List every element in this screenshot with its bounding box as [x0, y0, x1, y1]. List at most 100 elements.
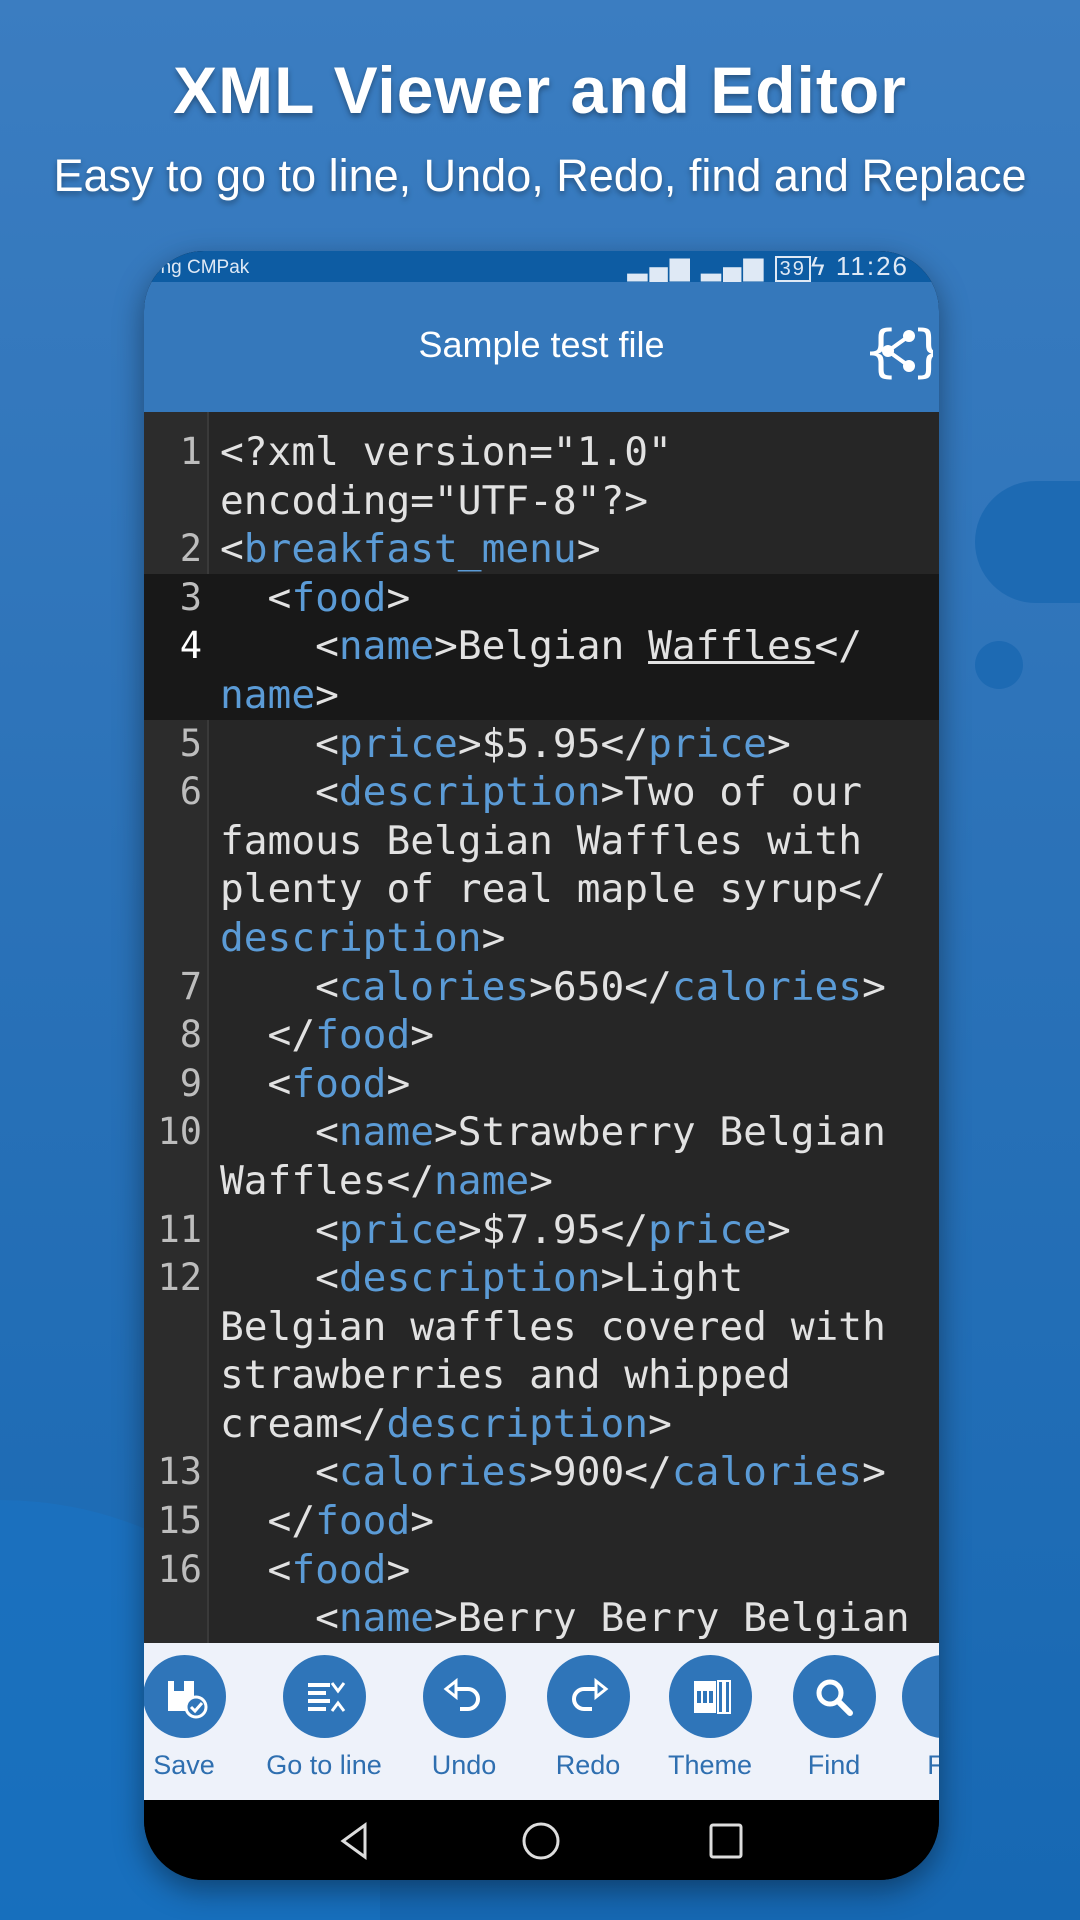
status-bar: ong CMPak ▂▄▆ ▂▄▆ 39 ϟ 11:26 [144, 251, 939, 282]
code-text: <calories>900</calories> [220, 1448, 886, 1497]
toolbar-button-theme[interactable]: Theme [640, 1655, 780, 1781]
code-line[interactable]: 5 <price>$5.95</price> [144, 720, 939, 769]
file-title: Sample test file [418, 324, 665, 365]
line-number: 7 [179, 964, 202, 1008]
code-token: < [220, 1449, 339, 1496]
line-number: 15 [157, 1499, 202, 1543]
code-line[interactable]: 9 <food> [144, 1060, 939, 1109]
toolbar-button-undo[interactable]: Undo [394, 1655, 534, 1781]
code-line[interactable]: 11 <price>$7.95</price> [144, 1206, 939, 1255]
xml-tag-name: food [291, 574, 387, 621]
code-line[interactable]: cream</description> [144, 1400, 939, 1449]
code-line[interactable]: 13 <calories>900</calories> [144, 1448, 939, 1497]
line-number: 1 [179, 430, 202, 473]
line-number: 4 [179, 624, 202, 668]
recents-icon[interactable] [708, 1822, 744, 1860]
home-icon[interactable] [521, 1822, 561, 1862]
code-line[interactable]: Waffles</name> [144, 1157, 939, 1206]
code-line[interactable]: 2 <breakfast_menu> [144, 525, 939, 574]
code-text: <?xml version="1.0" [220, 428, 672, 477]
code-line[interactable]: name> [144, 670, 939, 720]
code-token: <?xml version="1.0" [220, 429, 672, 475]
undo-icon [443, 1677, 480, 1711]
code-token: >650</ [529, 963, 672, 1010]
toolbar-label: Fo [927, 1750, 939, 1780]
code-token: >Belgian [434, 623, 649, 670]
code-token: > [386, 1060, 411, 1107]
xml-tag-name: food [291, 1060, 387, 1107]
decorative-circle [975, 481, 1080, 603]
toolbar-button-redo[interactable]: Redo [518, 1655, 658, 1781]
code-line[interactable]: 10 <name>Strawberry Belgian [144, 1108, 939, 1157]
code-editor[interactable]: 1 <?xml version="1.0" encoding="UTF-8"?> 2 <… [144, 412, 939, 1643]
xml-tag-name: price [648, 720, 767, 767]
code-text: name> [220, 671, 339, 720]
code-token: Waffles [648, 623, 815, 670]
code-line[interactable]: Belgian waffles covered with [144, 1303, 939, 1352]
code-text: description> [220, 914, 505, 963]
toolbar-label: Undo [431, 1750, 497, 1780]
toolbar-button-save[interactable]: Save [144, 1655, 254, 1781]
code-line[interactable]: 1 <?xml version="1.0" [144, 428, 939, 477]
code-line[interactable]: 6 <description>Two of our [144, 768, 939, 817]
clock: 11:26 [835, 251, 909, 281]
code-token: > [862, 1449, 886, 1496]
xml-tag-name: description [338, 769, 601, 816]
xml-tag-name: calories [338, 1449, 530, 1496]
code-line[interactable]: encoding="UTF-8"?> [144, 477, 939, 526]
code-line[interactable]: 7 <calories>650</calories> [144, 963, 939, 1012]
navigation-bar [144, 1800, 939, 1880]
code-token: >$5.95</ [457, 720, 649, 767]
xml-tag-name: price [648, 1206, 767, 1253]
search-icon [816, 1679, 853, 1716]
save-icon [168, 1680, 208, 1718]
xml-tag-name: name [220, 671, 316, 718]
code-text: encoding="UTF-8"?> [220, 477, 648, 526]
xml-tag-name: food [315, 1498, 411, 1545]
code-token: >Strawberry Belgian [434, 1109, 886, 1156]
code-line[interactable]: <name>Berry Berry Belgian [144, 1594, 939, 1643]
code-text: <food> [220, 1060, 411, 1109]
line-number: 12 [157, 1256, 202, 1300]
code-token: > [529, 1157, 553, 1204]
code-line[interactable]: famous Belgian Waffles with [144, 817, 939, 866]
code-line[interactable]: 15 </food> [144, 1497, 939, 1546]
toolbar-label: Go to line [266, 1750, 382, 1780]
code-line[interactable]: 8 </food> [144, 1011, 939, 1060]
toolbar-button-go-to-line[interactable]: Go to line [254, 1655, 394, 1781]
code-text: <breakfast_menu> [220, 525, 601, 574]
line-number: 2 [179, 527, 202, 571]
toolbar-button-fo[interactable]: Fo [873, 1655, 939, 1781]
charging-icon: ϟ [810, 251, 827, 281]
code-line[interactable]: 3 <food> [144, 573, 939, 623]
code-text: </food> [220, 1497, 434, 1546]
format-icon [915, 1669, 939, 1725]
back-icon[interactable] [339, 1822, 369, 1860]
code-token: < [220, 1255, 339, 1302]
code-line[interactable]: description> [144, 914, 939, 963]
code-line[interactable]: strawberries and whipped [144, 1351, 939, 1400]
code-line[interactable]: 16 <food> [144, 1546, 939, 1595]
code-text: </food> [220, 1011, 434, 1060]
xml-tag-name: price [338, 1206, 458, 1253]
signal-icon: ▂▄▆ ▂▄▆ [627, 251, 775, 281]
code-line[interactable]: 12 <description>Light [144, 1254, 939, 1303]
code-text: <name>Berry Berry Belgian [220, 1594, 910, 1643]
code-token: > [862, 963, 886, 1010]
code-token: >900</ [529, 1449, 672, 1496]
code-text: strawberries and whipped [220, 1351, 791, 1400]
code-line[interactable]: 4 <name>Belgian Waffles</ [144, 622, 939, 671]
svg-text:}: } [911, 319, 933, 384]
go-to-line-icon [308, 1681, 346, 1712]
xml-tag-name: name [338, 1109, 435, 1156]
code-text: famous Belgian Waffles with [220, 817, 862, 866]
code-token: strawberries and whipped [220, 1352, 791, 1399]
code-line[interactable]: plenty of real maple syrup</ [144, 865, 939, 914]
code-token: > [576, 526, 601, 573]
code-token: < [220, 1595, 339, 1642]
xml-share-icon[interactable]: { } [863, 318, 933, 384]
line-number: 5 [179, 721, 202, 765]
code-text: <description>Light [220, 1254, 743, 1303]
line-number: 3 [179, 575, 202, 619]
theme-icon [694, 1679, 731, 1714]
